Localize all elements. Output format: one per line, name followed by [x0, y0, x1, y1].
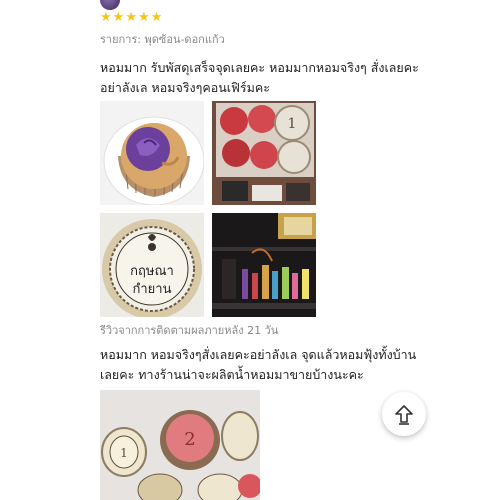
labeled-soap-image: กฤษณา กำยาน [100, 213, 204, 317]
arrow-up-icon [395, 405, 413, 425]
star-icon: ★ [150, 10, 163, 25]
review-photo-3[interactable]: กฤษณา กำยาน [100, 213, 204, 317]
purple-rose-soap-image [100, 101, 204, 205]
review-photo-2[interactable]: 1 [212, 101, 316, 205]
svg-text:1: 1 [120, 446, 128, 460]
red-soaps-box-image: 1 [212, 101, 316, 205]
rating-stars: ★ ★ ★ ★ ★ [100, 10, 162, 26]
star-icon: ★ [112, 10, 125, 25]
star-icon: ★ [100, 10, 112, 25]
review-photo-4[interactable] [212, 213, 316, 317]
star-icon: ★ [137, 10, 150, 25]
scroll-to-top-button[interactable] [382, 392, 426, 436]
followup-header: รีวิวจากการติดตามผลภายหลัง 21 วัน [100, 324, 279, 337]
star-icon: ★ [125, 10, 137, 25]
review-text: หอมมาก รับพัสดุเสร็จจุดเลยคะ หอมมากหอมจร… [100, 60, 419, 95]
reviewer-avatar [100, 0, 120, 10]
svg-text:2: 2 [184, 429, 195, 450]
shelf-bottles-image [212, 213, 316, 317]
followup-photo-1[interactable]: 1 2 [100, 390, 260, 500]
svg-text:1: 1 [288, 116, 297, 132]
cupcake-soaps-image: 1 2 [100, 390, 260, 500]
soap-label-line-1: กฤษณา [130, 264, 174, 279]
soap-label-line-2: กำยาน [133, 282, 172, 297]
followup-text: หอมมาก หอมจริงๆสั่งเลยคะอย่าลังเล จุดแล้… [100, 347, 417, 382]
review-photo-1[interactable] [100, 101, 204, 205]
variant-label: รายการ: พุดซ้อน-ดอกแก้ว [100, 33, 225, 46]
